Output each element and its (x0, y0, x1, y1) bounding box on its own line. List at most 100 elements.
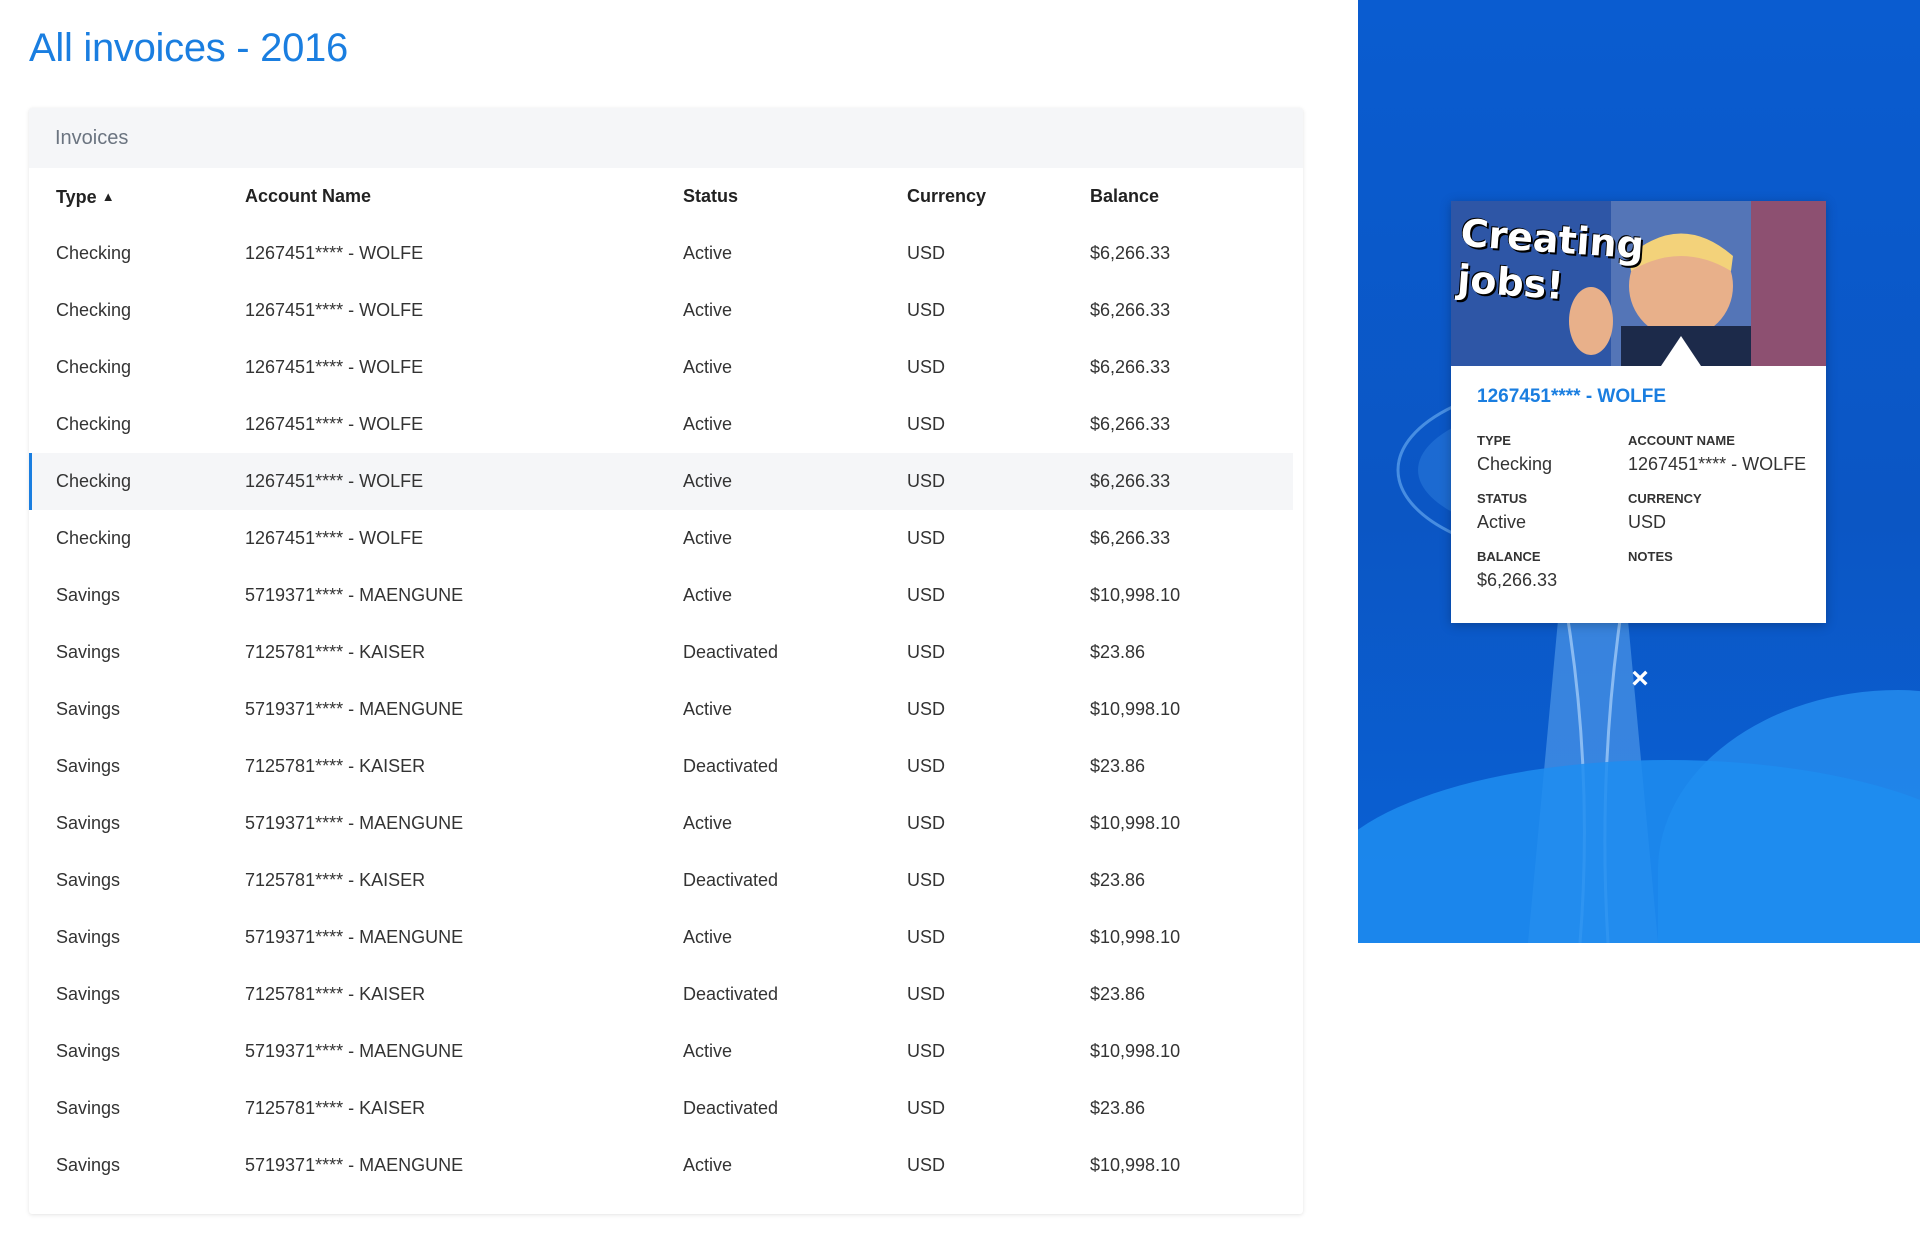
popup-type-label: TYPE (1477, 433, 1511, 448)
cell-balance: $10,998.10 (1090, 927, 1181, 947)
cell-type: Savings (56, 813, 121, 833)
cell-account-name: 7125781**** - KAISER (245, 984, 426, 1004)
table-row[interactable]: Checking 1267451**** - WOLFE Active USD $6,2… (29, 282, 1293, 339)
column-header-label: Currency (907, 186, 987, 206)
table-row[interactable]: Checking 1267451**** - WOLFE Active USD $6,2… (29, 453, 1293, 510)
cell-type: Checking (56, 357, 132, 377)
cell-status: Active (683, 1155, 733, 1175)
popup-balance-field: BALANCE $6,266.33 (1477, 549, 1557, 591)
cell-status: Deactivated (683, 756, 779, 776)
cell-type: Checking (56, 471, 132, 491)
table-row[interactable]: Checking 1267451**** - WOLFE Active USD $6,2… (29, 225, 1293, 282)
cell-balance: $23.86 (1090, 870, 1146, 890)
table-row[interactable]: Savings 5719371**** - MAENGUNE Active USD $1… (29, 909, 1293, 966)
popup-currency-label: CURRENCY (1628, 491, 1702, 506)
cell-balance: $6,266.33 (1090, 414, 1171, 434)
cell-account-name: 5719371**** - MAENGUNE (245, 927, 464, 947)
column-header-status[interactable]: Status (683, 168, 738, 225)
table-row[interactable]: Savings 7125781**** - KAISER Deactivated US… (29, 624, 1293, 681)
column-header-account-name[interactable]: Account Name (245, 168, 371, 225)
cell-currency: USD (907, 813, 946, 833)
cell-account-name: 1267451**** - WOLFE (245, 471, 424, 491)
table-row[interactable]: Savings 7125781**** - KAISER Deactivated US… (29, 966, 1293, 1023)
cell-balance: $6,266.33 (1090, 300, 1171, 320)
account-detail-popup: Creating jobs! 1267451**** - WOLFE TYPE … (1451, 201, 1826, 623)
cell-currency: USD (907, 699, 946, 719)
popup-account-name-value: 1267451**** - WOLFE (1628, 454, 1807, 474)
cell-account-name: 5719371**** - MAENGUNE (245, 1155, 464, 1175)
column-header-balance[interactable]: Balance (1090, 168, 1159, 225)
table-row[interactable]: Savings 7125781**** - KAISER Deactivated US… (29, 738, 1293, 795)
popup-currency-field: CURRENCY USD (1628, 491, 1702, 533)
table-row[interactable]: Checking 1267451**** - WOLFE Active USD $6,2… (29, 339, 1293, 396)
cell-account-name: 5719371**** - MAENGUNE (245, 813, 464, 833)
table-row[interactable]: Checking 1267451**** - WOLFE Active USD $6,2… (29, 510, 1293, 567)
cell-balance: $6,266.33 (1090, 243, 1171, 263)
cell-status: Deactivated (683, 984, 779, 1004)
cell-balance: $10,998.10 (1090, 699, 1181, 719)
close-icon[interactable]: × (1626, 664, 1654, 694)
cell-type: Savings (56, 642, 121, 662)
cell-currency: USD (907, 984, 946, 1004)
column-header-label: Type (56, 187, 97, 207)
cell-status: Active (683, 414, 733, 434)
popup-type-field: TYPE Checking (1477, 433, 1552, 475)
cell-status: Active (683, 243, 733, 263)
table-row[interactable]: Savings 5719371**** - MAENGUNE Active USD $1… (29, 1023, 1293, 1080)
cell-status: Active (683, 585, 733, 605)
cell-account-name: 7125781**** - KAISER (245, 1098, 426, 1118)
popup-balance-label: BALANCE (1477, 549, 1541, 564)
cell-type: Savings (56, 984, 121, 1004)
cell-balance: $6,266.33 (1090, 357, 1171, 377)
sort-ascending-icon[interactable]: ▲ (102, 189, 115, 204)
cell-status: Active (683, 699, 733, 719)
page-title: All invoices - 2016 (29, 26, 348, 70)
popup-notes-field: NOTES (1628, 549, 1673, 564)
popup-status-label: STATUS (1477, 491, 1528, 506)
table-row[interactable]: Savings 5719371**** - MAENGUNE Active USD $1… (29, 567, 1293, 624)
table-row[interactable]: Savings 7125781**** - KAISER Deactivated US… (29, 1080, 1293, 1137)
cell-currency: USD (907, 414, 946, 434)
cell-status: Deactivated (683, 870, 779, 890)
cell-currency: USD (907, 870, 946, 890)
table-row[interactable]: Savings 5719371**** - MAENGUNE Active USD $1… (29, 681, 1293, 738)
popup-image: Creating jobs! (1451, 201, 1826, 366)
table-row[interactable]: Checking 1267451**** - WOLFE Active USD $6,2… (29, 396, 1293, 453)
cell-type: Savings (56, 699, 121, 719)
column-header-label: Balance (1090, 186, 1160, 206)
cell-currency: USD (907, 642, 946, 662)
popup-status-field: STATUS Active (1477, 491, 1527, 533)
cell-type: Savings (56, 1155, 121, 1175)
cell-status: Active (683, 528, 733, 548)
column-header-type[interactable]: Type ▲ (56, 168, 115, 225)
cell-type: Savings (56, 1098, 121, 1118)
table-row[interactable]: Savings 5719371**** - MAENGUNE Active USD $1… (29, 1137, 1293, 1194)
cell-account-name: 7125781**** - KAISER (245, 756, 426, 776)
cell-type: Savings (56, 1041, 121, 1061)
cell-status: Active (683, 927, 733, 947)
column-header-label: Status (683, 186, 739, 206)
cell-account-name: 1267451**** - WOLFE (245, 300, 424, 320)
cell-currency: USD (907, 1155, 946, 1175)
table-row[interactable]: Savings 7125781**** - KAISER Deactivated US… (29, 852, 1293, 909)
cell-balance: $23.86 (1090, 756, 1146, 776)
popup-notes-label: NOTES (1628, 549, 1673, 564)
cell-type: Checking (56, 414, 132, 434)
cell-currency: USD (907, 528, 946, 548)
cell-account-name: 5719371**** - MAENGUNE (245, 585, 464, 605)
cell-account-name: 1267451**** - WOLFE (245, 357, 424, 377)
cell-balance: $6,266.33 (1090, 471, 1171, 491)
popup-currency-value: USD (1628, 512, 1667, 532)
cell-currency: USD (907, 927, 946, 947)
cell-currency: USD (907, 471, 946, 491)
table-row[interactable]: Savings 5719371**** - MAENGUNE Active USD $1… (29, 795, 1293, 852)
cell-balance: $6,266.33 (1090, 528, 1171, 548)
cell-account-name: 5719371**** - MAENGUNE (245, 699, 464, 719)
cell-status: Active (683, 471, 733, 491)
cell-currency: USD (907, 300, 946, 320)
popup-type-value: Checking (1477, 454, 1553, 474)
popup-account-title: 1267451**** - WOLFE (1477, 386, 1667, 407)
cell-type: Savings (56, 927, 121, 947)
column-header-currency[interactable]: Currency (907, 168, 986, 225)
cell-balance: $10,998.10 (1090, 585, 1181, 605)
